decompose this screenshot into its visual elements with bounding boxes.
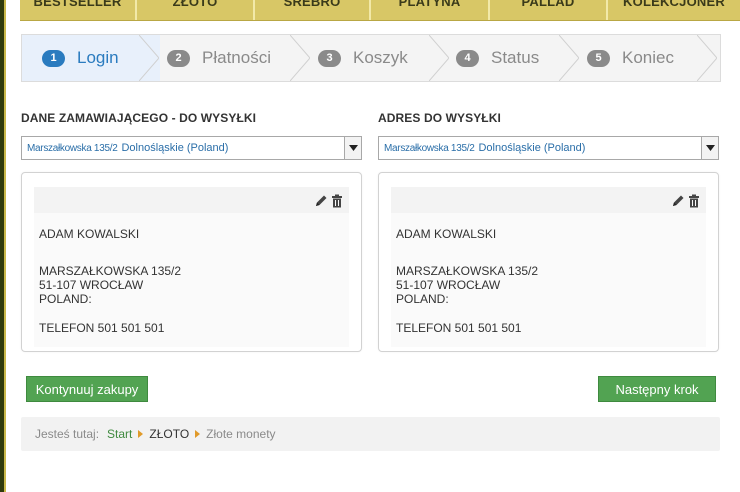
step-number: 3 — [318, 49, 341, 67]
dropdown-arrow-icon[interactable] — [344, 137, 361, 159]
step-status[interactable]: 4 Status — [456, 35, 566, 81]
address-street: MARSZAŁKOWSKA 135/2 — [39, 264, 182, 278]
left-edge-border — [0, 0, 6, 492]
step-number: 4 — [456, 49, 479, 67]
pencil-icon[interactable] — [314, 194, 328, 208]
address-card-body: ADAM KOWALSKI MARSZAŁKOWSKA 135/2 51-107… — [391, 187, 706, 347]
select-region: Dolnośląskie (Poland) — [478, 142, 586, 154]
step-separator-icon — [290, 35, 310, 81]
breadcrumb-start[interactable]: Start — [107, 427, 132, 441]
address-city: 51-107 WROCŁAW — [39, 278, 144, 292]
select-region: Dolnośląskie (Poland) — [121, 142, 229, 154]
address-city: 51-107 WROCŁAW — [396, 278, 501, 292]
orderer-address-card: ADAM KOWALSKI MARSZAŁKOWSKA 135/2 51-107… — [21, 172, 362, 352]
step-separator-icon — [697, 35, 717, 81]
orderer-section-title: DANE ZAMAWIAJĄCEGO - DO WYSYŁKI — [21, 111, 257, 125]
address-country: POLAND: — [39, 292, 92, 306]
nav-item-pallad[interactable]: PALLAD — [490, 0, 608, 20]
address-street: MARSZAŁKOWSKA 135/2 — [396, 264, 539, 278]
breadcrumb-arrow-icon — [195, 430, 201, 438]
address-name: ADAM KOWALSKI — [39, 227, 140, 241]
step-number: 5 — [587, 49, 610, 67]
address-card-toolbar — [34, 187, 349, 213]
step-separator-icon — [139, 35, 159, 81]
breadcrumb-zloto[interactable]: ZŁOTO — [149, 427, 189, 441]
shipping-address-card: ADAM KOWALSKI MARSZAŁKOWSKA 135/2 51-107… — [378, 172, 719, 352]
breadcrumb-arrow-icon — [138, 430, 144, 438]
step-koniec[interactable]: 5 Koniec — [587, 35, 697, 81]
pencil-icon[interactable] — [671, 194, 685, 208]
address-card-toolbar — [391, 187, 706, 213]
step-label: Koszyk — [353, 48, 408, 67]
select-street: Marszałkowska 135/2 — [27, 142, 118, 154]
step-platnosci[interactable]: 2 Płatności — [167, 35, 292, 81]
select-street: Marszałkowska 135/2 — [384, 142, 475, 154]
step-label: Koniec — [622, 48, 674, 67]
nav-item-bestseller[interactable]: BESTSELLER — [20, 0, 137, 20]
nav-item-platyna[interactable]: PLATYNA — [371, 0, 490, 20]
dropdown-arrow-icon[interactable] — [701, 137, 718, 159]
trash-icon[interactable] — [330, 194, 344, 208]
address-card-body: ADAM KOWALSKI MARSZAŁKOWSKA 135/2 51-107… — [34, 187, 349, 347]
address-country: POLAND: — [396, 292, 449, 306]
next-step-button[interactable]: Następny krok — [598, 376, 716, 402]
breadcrumb: Jesteś tutaj: Start ZŁOTO Złote monety — [21, 417, 720, 451]
breadcrumb-current: Złote monety — [206, 427, 276, 441]
trash-icon[interactable] — [687, 194, 701, 208]
step-separator-icon — [559, 35, 579, 81]
step-label: Płatności — [202, 48, 271, 67]
address-phone: TELEFON 501 501 501 — [39, 321, 165, 335]
address-name: ADAM KOWALSKI — [396, 227, 497, 241]
step-koszyk[interactable]: 3 Koszyk — [318, 35, 438, 81]
shipping-section-title: ADRES DO WYSYŁKI — [378, 111, 501, 125]
address-phone: TELEFON 501 501 501 — [396, 321, 522, 335]
nav-item-srebro[interactable]: SREBRO — [255, 0, 371, 20]
step-label: Status — [491, 48, 540, 67]
breadcrumb-prefix: Jesteś tutaj: — [35, 427, 100, 441]
continue-shopping-button[interactable]: Kontynuuj zakupy — [26, 376, 148, 402]
step-separator-icon — [429, 35, 449, 81]
nav-item-kolekcjoner[interactable]: KOLEKCJONER — [608, 0, 740, 20]
checkout-steps: 1 Login 2 Płatności 3 Koszyk 4 Status 5 … — [21, 34, 721, 82]
step-label: Login — [77, 48, 119, 67]
orderer-address-select[interactable]: Marszałkowska 135/2 Dolnośląskie (Poland… — [21, 136, 362, 160]
shipping-address-select[interactable]: Marszałkowska 135/2 Dolnośląskie (Poland… — [378, 136, 719, 160]
nav-item-zloto[interactable]: ZŁOTO — [137, 0, 255, 20]
top-navigation: BESTSELLER ZŁOTO SREBRO PLATYNA PALLAD K… — [20, 0, 740, 21]
step-number: 2 — [167, 49, 190, 67]
step-number: 1 — [42, 49, 65, 67]
